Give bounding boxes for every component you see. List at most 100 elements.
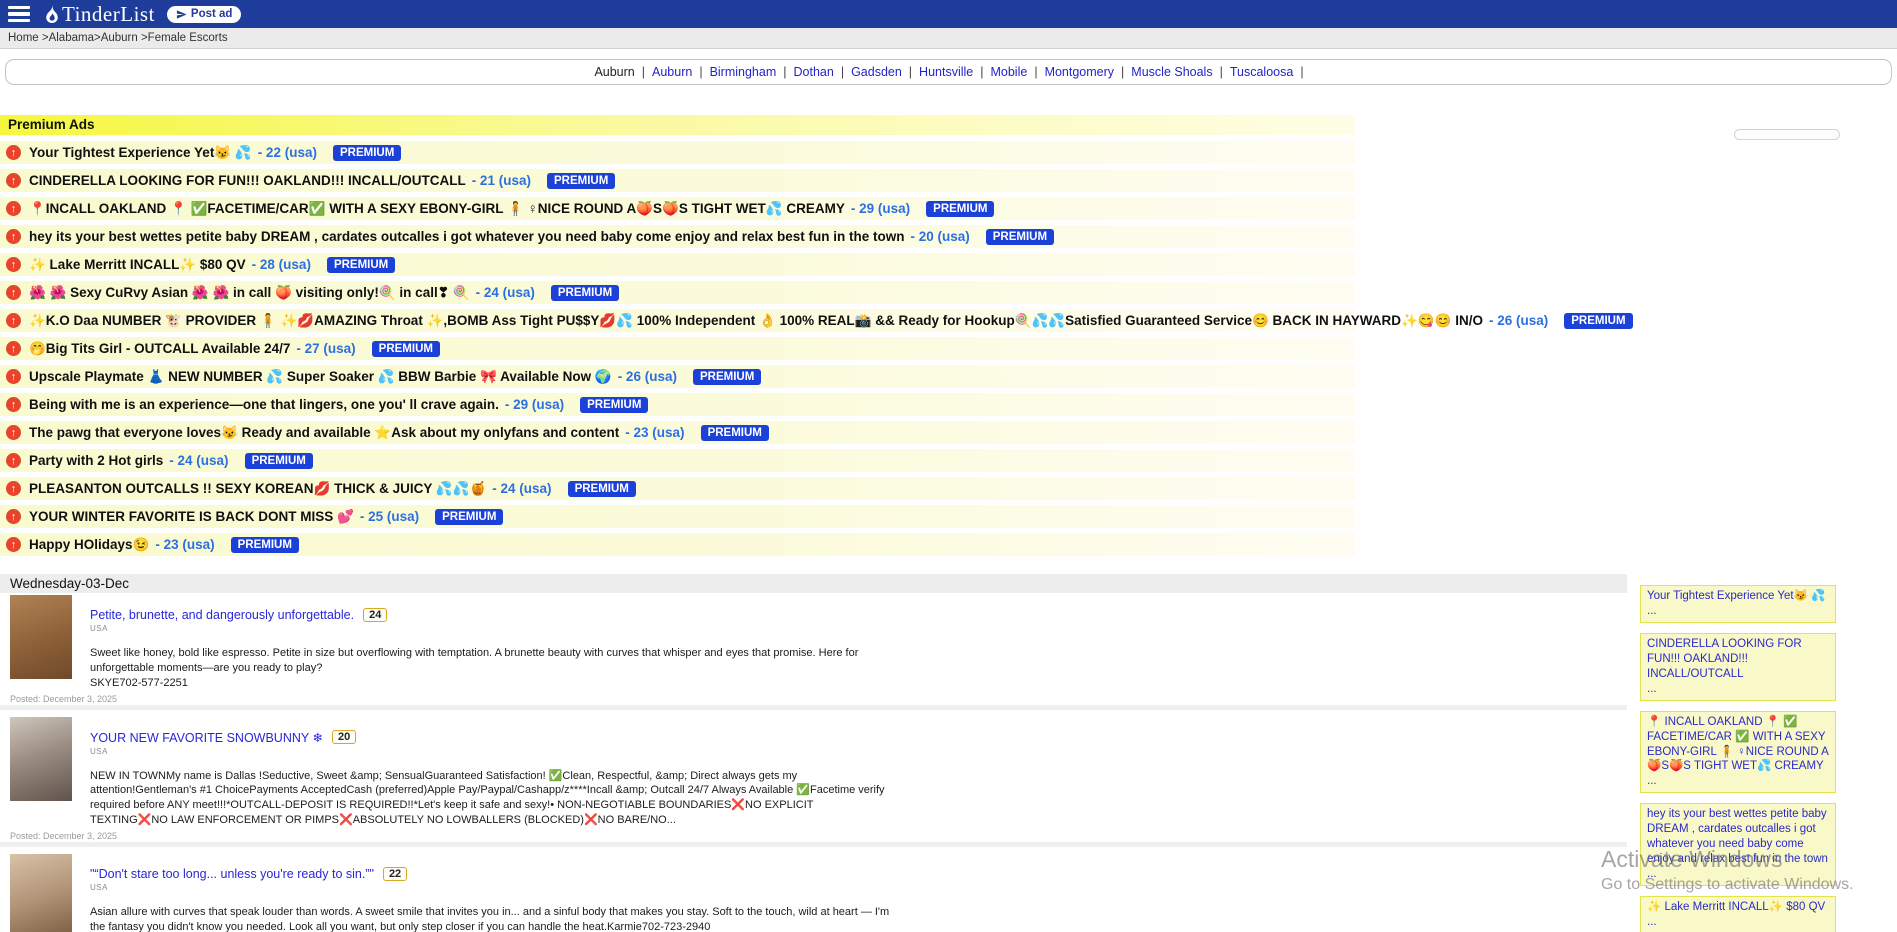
premium-ad-row[interactable]: Being with me is an experience—one that … — [0, 393, 1355, 416]
premium-ad-title[interactable]: Your Tightest Experience Yet😼 💦 — [29, 145, 252, 161]
sidebar-ad-box[interactable]: 📍 INCALL OAKLAND 📍 ✅ FACETIME/CAR ✅ WITH… — [1640, 711, 1836, 794]
menu-icon[interactable] — [8, 6, 30, 22]
premium-ad-row[interactable]: Your Tightest Experience Yet😼 💦- 22 (usa… — [0, 141, 1355, 164]
premium-ad-title[interactable]: ✨ Lake Merritt INCALL✨ $80 QV — [29, 257, 246, 273]
listing-phone: SKYE702-577-2251 — [90, 676, 1627, 691]
premium-ad-row[interactable]: YOUR WINTER FAVORITE IS BACK DONT MISS 💕… — [0, 505, 1355, 528]
premium-badge: PREMIUM — [1564, 313, 1632, 329]
sidebar-ad-more[interactable]: ... — [1647, 867, 1829, 882]
premium-badge: PREMIUM — [372, 341, 440, 357]
listing-location: USA — [90, 624, 1627, 633]
up-arrow-icon — [6, 509, 21, 524]
premium-ad-title[interactable]: 🤭Big Tits Girl - OUTCALL Available 24/7 — [29, 341, 290, 357]
sidebar-ad-box[interactable]: Your Tightest Experience Yet😼 💦 ... — [1640, 585, 1836, 623]
listing-title-link[interactable]: "“Don't stare too long... unless you're … — [90, 867, 374, 881]
premium-badge: PREMIUM — [701, 425, 769, 441]
up-arrow-icon — [6, 481, 21, 496]
breadcrumb[interactable]: Home >Alabama>Auburn >Female Escorts — [8, 32, 228, 44]
listing-photo[interactable] — [10, 595, 72, 679]
city-link-auburn[interactable]: Auburn — [652, 65, 692, 79]
age-badge: 20 — [332, 730, 356, 744]
up-arrow-icon — [6, 201, 21, 216]
listing-photo[interactable] — [10, 854, 72, 932]
premium-badge: PREMIUM — [327, 257, 395, 273]
premium-ad-row[interactable]: 🌺 🌺 Sexy CuRvy Asian 🌺 🌺 in call 🍑 visit… — [0, 281, 1355, 304]
premium-ad-title[interactable]: 🌺 🌺 Sexy CuRvy Asian 🌺 🌺 in call 🍑 visit… — [29, 285, 470, 301]
premium-ad-title[interactable]: The pawg that everyone loves😼 Ready and … — [29, 425, 619, 441]
premium-ad-row[interactable]: ✨ Lake Merritt INCALL✨ $80 QV- 28 (usa)P… — [0, 253, 1355, 276]
up-arrow-icon — [6, 341, 21, 356]
city-link-montgomery[interactable]: Montgomery — [1045, 65, 1114, 79]
site-logo[interactable]: TinderList — [44, 2, 155, 27]
premium-ad-row[interactable]: CINDERELLA LOOKING FOR FUN!!! OAKLAND!!!… — [0, 169, 1355, 192]
premium-ad-title[interactable]: Upscale Playmate 👗 NEW NUMBER 💦 Super So… — [29, 369, 612, 385]
city-link-huntsville[interactable]: Huntsville — [919, 65, 973, 79]
premium-ad-title[interactable]: ✨K.O Daa NUMBER 🐮 PROVIDER 🧍 ✨💋AMAZING T… — [29, 313, 1483, 329]
city-link-birmingham[interactable]: Birmingham — [710, 65, 777, 79]
premium-ad-row[interactable]: 🤭Big Tits Girl - OUTCALL Available 24/7-… — [0, 337, 1355, 360]
premium-ad-age: - 26 (usa) — [1489, 313, 1548, 328]
premium-ad-row[interactable]: Happy HOlidays😉- 23 (usa)PREMIUM — [0, 533, 1355, 556]
city-separator: | — [642, 65, 645, 79]
premium-ad-row[interactable]: ✨K.O Daa NUMBER 🐮 PROVIDER 🧍 ✨💋AMAZING T… — [0, 309, 1355, 332]
premium-ad-title[interactable]: YOUR WINTER FAVORITE IS BACK DONT MISS 💕 — [29, 509, 354, 525]
listing-title-link[interactable]: Petite, brunette, and dangerously unforg… — [90, 608, 354, 622]
premium-ad-title[interactable]: 📍INCALL OAKLAND 📍 ✅FACETIME/CAR✅ WITH A … — [29, 201, 845, 217]
listing-title-link[interactable]: YOUR NEW FAVORITE SNOWBUNNY ❄ — [90, 730, 323, 745]
sidebar-ad-title[interactable]: ✨ Lake Merritt INCALL✨ $80 QV — [1647, 900, 1829, 915]
premium-ad-age: - 24 (usa) — [476, 285, 535, 300]
premium-ad-row[interactable]: Party with 2 Hot girls- 24 (usa)PREMIUM — [0, 449, 1355, 472]
premium-badge: PREMIUM — [568, 481, 636, 497]
post-ad-button[interactable]: Post ad — [167, 6, 242, 23]
sidebar-ad-box[interactable]: ✨ Lake Merritt INCALL✨ $80 QV ... — [1640, 896, 1836, 932]
sidebar-ad-title[interactable]: hey its your best wettes petite baby DRE… — [1647, 807, 1829, 867]
city-link-muscle-shoals[interactable]: Muscle Shoals — [1131, 65, 1212, 79]
sidebar-ad-more[interactable]: ... — [1647, 682, 1829, 697]
city-link-gadsden[interactable]: Gadsden — [851, 65, 902, 79]
premium-badge: PREMIUM — [435, 509, 503, 525]
sidebar-ad-title[interactable]: CINDERELLA LOOKING FOR FUN!!! OAKLAND!!!… — [1647, 637, 1829, 682]
premium-ad-title[interactable]: CINDERELLA LOOKING FOR FUN!!! OAKLAND!!!… — [29, 173, 466, 188]
sidebar-ad-box[interactable]: CINDERELLA LOOKING FOR FUN!!! OAKLAND!!!… — [1640, 633, 1836, 701]
city-separator: | — [699, 65, 702, 79]
premium-ad-row[interactable]: Upscale Playmate 👗 NEW NUMBER 💦 Super So… — [0, 365, 1355, 388]
sidebar-ad-title[interactable]: 📍 INCALL OAKLAND 📍 ✅ FACETIME/CAR ✅ WITH… — [1647, 715, 1829, 775]
premium-ad-row[interactable]: 📍INCALL OAKLAND 📍 ✅FACETIME/CAR✅ WITH A … — [0, 197, 1355, 220]
paper-plane-icon — [176, 9, 187, 20]
sidebar-ad-title[interactable]: Your Tightest Experience Yet😼 💦 — [1647, 589, 1829, 604]
premium-ad-title[interactable]: Party with 2 Hot girls — [29, 453, 163, 468]
listing-photo[interactable] — [10, 717, 72, 801]
premium-ad-age: - 20 (usa) — [910, 229, 969, 244]
up-arrow-icon — [6, 229, 21, 244]
city-link-mobile[interactable]: Mobile — [990, 65, 1027, 79]
horizontal-scrollbar-thumb[interactable] — [1734, 129, 1840, 140]
up-arrow-icon — [6, 257, 21, 272]
city-link-tuscaloosa[interactable]: Tuscaloosa — [1230, 65, 1293, 79]
premium-ad-title[interactable]: PLEASANTON OUTCALLS !! SEXY KOREAN💋 THIC… — [29, 481, 486, 497]
premium-ad-title[interactable]: Being with me is an experience—one that … — [29, 397, 499, 412]
age-badge: 22 — [383, 867, 407, 881]
listing-row[interactable]: "“Don't stare too long... unless you're … — [0, 852, 1627, 932]
premium-ad-row[interactable]: The pawg that everyone loves😼 Ready and … — [0, 421, 1355, 444]
premium-badge: PREMIUM — [693, 369, 761, 385]
sidebar-ad-more[interactable]: ... — [1647, 774, 1829, 789]
sidebar-ad-more[interactable]: ... — [1647, 604, 1829, 619]
premium-ad-row[interactable]: PLEASANTON OUTCALLS !! SEXY KOREAN💋 THIC… — [0, 477, 1355, 500]
up-arrow-icon — [6, 537, 21, 552]
premium-badge: PREMIUM — [547, 173, 615, 189]
city-separator: | — [1034, 65, 1037, 79]
premium-ad-title[interactable]: Happy HOlidays😉 — [29, 537, 149, 553]
posted-date: Posted: December 3, 2025 — [10, 694, 117, 704]
sidebar-ad-box[interactable]: hey its your best wettes petite baby DRE… — [1640, 803, 1836, 886]
premium-ad-age: - 29 (usa) — [505, 397, 564, 412]
premium-ad-title[interactable]: hey its your best wettes petite baby DRE… — [29, 229, 904, 244]
top-navigation-bar: TinderList Post ad — [0, 0, 1897, 28]
up-arrow-icon — [6, 397, 21, 412]
premium-ad-row[interactable]: hey its your best wettes petite baby DRE… — [0, 225, 1355, 248]
sidebar-ad-more[interactable]: ... — [1647, 915, 1829, 930]
listing-row[interactable]: YOUR NEW FAVORITE SNOWBUNNY ❄ 20 USA NEW… — [0, 715, 1627, 847]
city-link-dothan[interactable]: Dothan — [794, 65, 834, 79]
up-arrow-icon — [6, 453, 21, 468]
listing-row[interactable]: Petite, brunette, and dangerously unforg… — [0, 593, 1627, 710]
premium-ads-section: Premium Ads Your Tightest Experience Yet… — [0, 115, 1355, 556]
